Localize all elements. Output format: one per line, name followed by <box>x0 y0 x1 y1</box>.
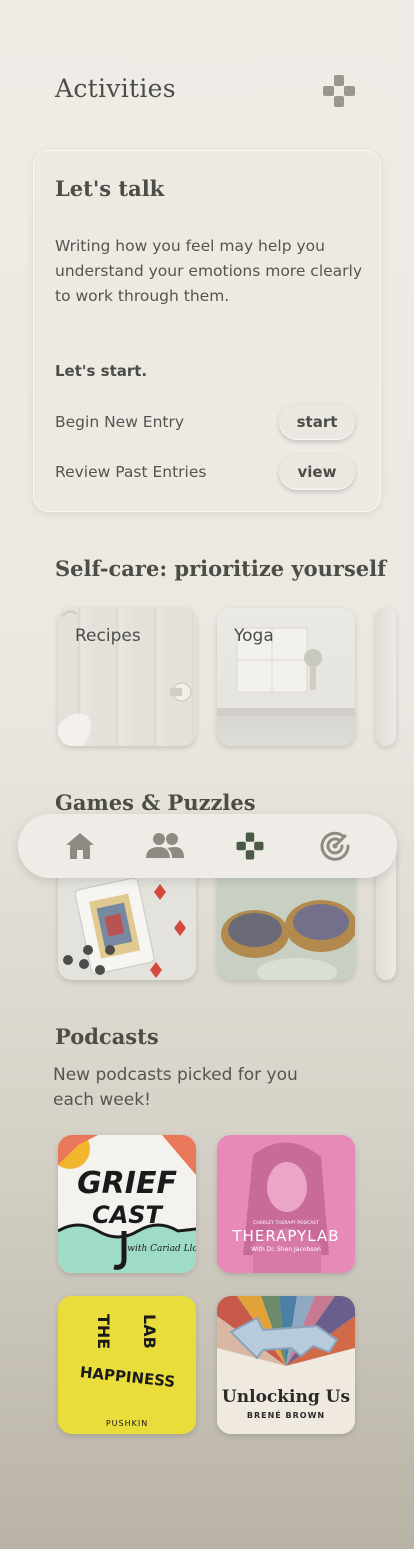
svg-text:PUSHKIN: PUSHKIN <box>106 1419 148 1428</box>
podcast-griefcast[interactable]: GRIEF CAST with Cariad Lloyd <box>58 1135 196 1273</box>
review-entries-row: Review Past Entries view <box>55 454 355 490</box>
yoga-tile[interactable]: Yoga <box>217 608 355 746</box>
therapy-lab-cover: CHARLEY THERAPY PODCAST THERAPYLAB With … <box>217 1135 355 1273</box>
happiness-lab-cover: THE LAB HAPPINESS PUSHKIN <box>58 1296 196 1434</box>
view-button[interactable]: view <box>279 454 355 490</box>
podcast-therapy-lab[interactable]: CHARLEY THERAPY PODCAST THERAPYLAB With … <box>217 1135 355 1273</box>
begin-entry-label: Begin New Entry <box>55 413 185 431</box>
svg-text:CAST: CAST <box>92 1201 163 1229</box>
review-entries-label: Review Past Entries <box>55 463 207 481</box>
card-title: Let's talk <box>55 176 165 201</box>
svg-text:Unlocking Us: Unlocking Us <box>222 1387 350 1407</box>
yoga-label: Yoga <box>234 626 274 646</box>
selfcare-next-tile[interactable] <box>376 608 396 746</box>
gamepad-icon[interactable] <box>320 72 358 110</box>
svg-text:GRIEF: GRIEF <box>77 1166 177 1201</box>
people-icon[interactable] <box>140 821 190 871</box>
selfcare-title: Self-care: prioritize yourself <box>55 556 387 581</box>
card-description: Writing how you feel may help you unders… <box>55 237 363 305</box>
bottom-nav <box>18 814 397 878</box>
start-label: Let's start. <box>55 362 148 380</box>
journal-card: Let's talk Writing how you feel may help… <box>33 150 381 512</box>
griefcast-cover: GRIEF CAST with Cariad Lloyd <box>58 1135 196 1273</box>
target-icon[interactable] <box>310 821 360 871</box>
svg-text:With Dr. Shen Jacobson: With Dr. Shen Jacobson <box>251 1246 321 1253</box>
games-title: Games & Puzzles <box>55 790 256 815</box>
unlocking-us-cover: Unlocking Us BRENÉ BROWN <box>217 1296 355 1434</box>
svg-text:LAB: LAB <box>140 1314 159 1349</box>
podcast-unlocking-us[interactable]: Unlocking Us BRENÉ BROWN <box>217 1296 355 1434</box>
home-icon[interactable] <box>55 821 105 871</box>
svg-text:THE: THE <box>94 1314 113 1349</box>
start-button[interactable]: start <box>279 404 355 440</box>
recipes-tile[interactable]: Recipes <box>58 608 196 746</box>
podcasts-title: Podcasts <box>55 1024 159 1049</box>
podcasts-subtitle: New podcasts picked for you each week! <box>53 1065 298 1110</box>
page-title: Activities <box>55 74 176 103</box>
gamepad-icon[interactable] <box>225 821 275 871</box>
podcast-happiness-lab[interactable]: THE LAB HAPPINESS PUSHKIN <box>58 1296 196 1434</box>
begin-entry-row: Begin New Entry start <box>55 404 355 440</box>
svg-text:with Cariad Lloyd: with Cariad Lloyd <box>127 1244 196 1254</box>
svg-text:CHARLEY THERAPY PODCAST: CHARLEY THERAPY PODCAST <box>253 1220 319 1226</box>
recipes-label: Recipes <box>75 626 141 646</box>
svg-text:BRENÉ BROWN: BRENÉ BROWN <box>247 1409 325 1420</box>
svg-text:THERAPYLAB: THERAPYLAB <box>231 1227 339 1245</box>
